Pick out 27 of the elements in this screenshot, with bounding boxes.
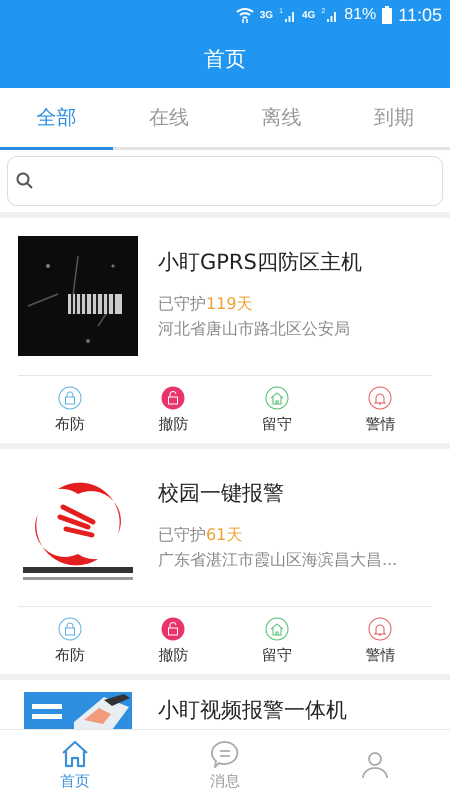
device-name: 小盯视频报警一体机	[158, 697, 347, 724]
battery-level: 81%	[344, 6, 376, 24]
device-name: 校园一键报警	[158, 480, 285, 507]
network-type: 4G	[302, 10, 316, 20]
action-button[interactable]: 警情	[328, 376, 432, 443]
action-button[interactable]: 布防	[18, 376, 122, 443]
device-name: 小盯GPRS四防区主机	[158, 249, 362, 276]
guard-duration: 已守护119天	[158, 294, 254, 315]
action-button[interactable]: 撤防	[122, 607, 225, 674]
search-field[interactable]	[7, 156, 443, 206]
action-button[interactable]: 撤防	[122, 376, 225, 443]
action-button[interactable]: 留守	[225, 607, 328, 674]
page-title: 首页	[204, 46, 246, 73]
clock: 11:05	[398, 4, 442, 26]
device-address: 广东省湛江市霞山区海滨昌大昌...	[158, 550, 398, 571]
action-button[interactable]: 警情	[328, 607, 432, 674]
action-button[interactable]: 留守	[225, 376, 328, 443]
person-icon	[360, 751, 390, 779]
chat-bubble-icon	[210, 740, 240, 768]
search-icon	[16, 172, 34, 190]
network-type: 3G	[260, 10, 274, 20]
guard-duration: 已守护61天	[158, 525, 244, 546]
action-button[interactable]: 布防	[18, 607, 122, 674]
device-address: 河北省唐山市路北区公安局	[158, 319, 351, 340]
wifi-icon	[236, 7, 254, 23]
battery-icon	[382, 6, 392, 24]
home-icon	[60, 740, 90, 768]
